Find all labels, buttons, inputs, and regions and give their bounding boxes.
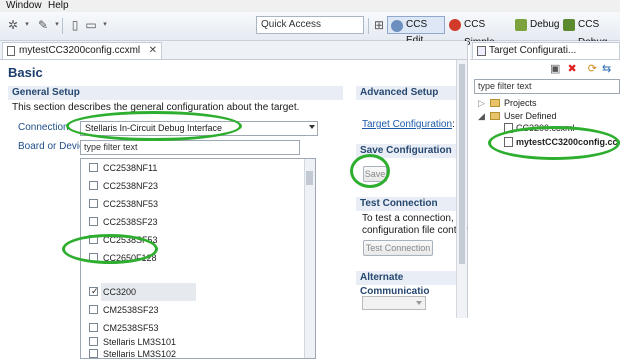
- perspective-ccs-simple[interactable]: CCS Simple: [446, 16, 512, 48]
- ccs-debug-icon: [563, 19, 575, 31]
- panel-tab-bar: Target Configurati...: [470, 41, 620, 60]
- editor-tab-bar: mytestCC3200config.ccxml ✕: [0, 41, 467, 60]
- panel-toolbar: ▣ ✖ ⟳ ⇆: [550, 62, 611, 75]
- perspective-ccs-debug[interactable]: CCS Debug: [560, 16, 620, 48]
- highlight-ellipse-config-file: [488, 126, 620, 160]
- device-label: CC2538NF53: [103, 199, 159, 209]
- config-editor: mytestCC3200config.ccxml ✕ Basic General…: [0, 41, 468, 359]
- wand-icon[interactable]: ✎: [36, 18, 50, 32]
- list-item[interactable]: CC2538SF23: [81, 213, 301, 231]
- expand-arrow-icon[interactable]: ▷: [478, 97, 485, 109]
- checkbox[interactable]: [89, 305, 98, 314]
- highlight-ellipse-cc3200: [62, 234, 158, 264]
- checkbox-checked[interactable]: ✓: [89, 286, 99, 296]
- page-title: Basic: [8, 65, 43, 80]
- refresh-icon[interactable]: ⟳: [588, 63, 597, 75]
- dropdown-arrow-icon[interactable]: ▾: [98, 18, 112, 32]
- toolbar: ✲ ▾ ✎ ▾ ▯ ▭ ▾ Quick Access ⊞ CCS Edit CC…: [0, 12, 620, 48]
- editor-tab-label: mytestCC3200config.ccxml: [19, 45, 141, 56]
- delete-icon[interactable]: ✖: [567, 63, 576, 75]
- device-filter-input[interactable]: type filter text: [80, 140, 300, 155]
- perspective-ccs-edit[interactable]: CCS Edit: [387, 16, 445, 46]
- alternate-communication-heading: Alternate Communicatio: [356, 271, 466, 297]
- toolbar-separator: [62, 18, 63, 34]
- panel-tab-label: Target Configurati...: [489, 45, 577, 56]
- debug-icon: [515, 19, 527, 31]
- target-configurations-tab[interactable]: Target Configurati...: [472, 42, 620, 59]
- list-item-selected[interactable]: ✓ CC3200: [81, 283, 301, 301]
- tool-icon[interactable]: ▭: [84, 18, 98, 32]
- device-label: CC2538SF23: [103, 217, 158, 227]
- quick-access-field[interactable]: Quick Access: [256, 16, 364, 34]
- device-label: CM2538SF23: [103, 305, 159, 315]
- device-label: CC2538NF23: [103, 181, 159, 191]
- perspective-label: Debug: [530, 19, 560, 30]
- test-connection-text: To test a connection, all: [362, 213, 467, 224]
- checkmark-icon: ✓: [91, 286, 99, 296]
- perspective-debug[interactable]: Debug: [512, 16, 560, 34]
- test-connection-heading: Test Connection: [356, 197, 466, 211]
- advanced-setup-text: Target Configuration: lis: [362, 119, 467, 131]
- editor-tab[interactable]: mytestCC3200config.ccxml ✕: [2, 42, 162, 59]
- settings-gear-icon[interactable]: ✲: [6, 18, 20, 32]
- scrollbar-thumb[interactable]: [459, 64, 465, 264]
- chevron-down-icon: [309, 125, 315, 129]
- test-connection-button[interactable]: Test Connection: [363, 240, 433, 256]
- list-item[interactable]: CM2538SF23: [81, 301, 301, 319]
- device-label: CC2538NF11: [103, 163, 158, 173]
- scrollbar-thumb[interactable]: [306, 171, 313, 185]
- target-configuration-link[interactable]: Target Configuration: [362, 119, 452, 130]
- collapse-arrow-icon[interactable]: ◢: [478, 110, 485, 122]
- device-label: Stellaris LM3S102: [103, 349, 177, 359]
- menu-bar: Window Help: [0, 0, 620, 12]
- menu-window[interactable]: Window: [6, 0, 42, 12]
- checkbox[interactable]: [89, 217, 98, 226]
- close-icon[interactable]: ✕: [149, 43, 157, 59]
- target-filter-input[interactable]: type filter text: [474, 79, 620, 94]
- checkbox[interactable]: [89, 181, 98, 190]
- advanced-setup-heading: Advanced Setup: [356, 86, 466, 100]
- ccs-edit-icon: [391, 20, 403, 32]
- connection-label: Connection: [18, 122, 69, 133]
- editor-scrollbar[interactable]: [456, 60, 467, 318]
- list-item[interactable]: Stellaris LM3S102: [81, 345, 301, 359]
- checkbox[interactable]: [89, 199, 98, 208]
- toolbar-separator: [368, 18, 369, 34]
- folder-icon: [490, 99, 500, 107]
- checkbox[interactable]: [89, 163, 98, 172]
- general-setup-heading: General Setup: [8, 86, 343, 100]
- highlight-ellipse-save: [350, 154, 390, 188]
- test-connection-text: configuration file contair: [362, 225, 468, 236]
- link-icon[interactable]: ⇆: [602, 63, 611, 75]
- highlight-ellipse-connection: [66, 111, 242, 141]
- checkbox[interactable]: [89, 323, 98, 332]
- checkbox[interactable]: [89, 349, 98, 358]
- tool-icon[interactable]: ▯: [68, 18, 82, 32]
- dropdown-arrow-icon[interactable]: ▾: [20, 18, 34, 32]
- device-list-scrollbar[interactable]: [304, 159, 315, 358]
- open-perspective-icon[interactable]: ⊞: [372, 18, 386, 32]
- list-item[interactable]: CC2538NF23: [81, 177, 301, 195]
- ccs-simple-icon: [449, 19, 461, 31]
- list-item[interactable]: CC2538NF11: [81, 159, 301, 177]
- new-config-icon[interactable]: ▣: [550, 63, 560, 75]
- alternate-communication-select[interactable]: [362, 296, 426, 310]
- board-device-label: Board or Device: [18, 141, 90, 152]
- folder-open-icon: [490, 112, 500, 120]
- chevron-down-icon: [416, 301, 422, 305]
- document-icon: [7, 46, 15, 56]
- menu-help[interactable]: Help: [48, 0, 69, 12]
- target-configurations-panel: Target Configurati... ▣ ✖ ⟳ ⇆ type filte…: [470, 41, 620, 318]
- target-config-icon: [477, 46, 486, 56]
- tree-item-user-defined[interactable]: User Defined: [504, 110, 557, 122]
- tree-item-projects[interactable]: Projects: [504, 97, 537, 109]
- device-label: CC3200: [101, 283, 197, 301]
- list-item[interactable]: CC2538NF53: [81, 195, 301, 213]
